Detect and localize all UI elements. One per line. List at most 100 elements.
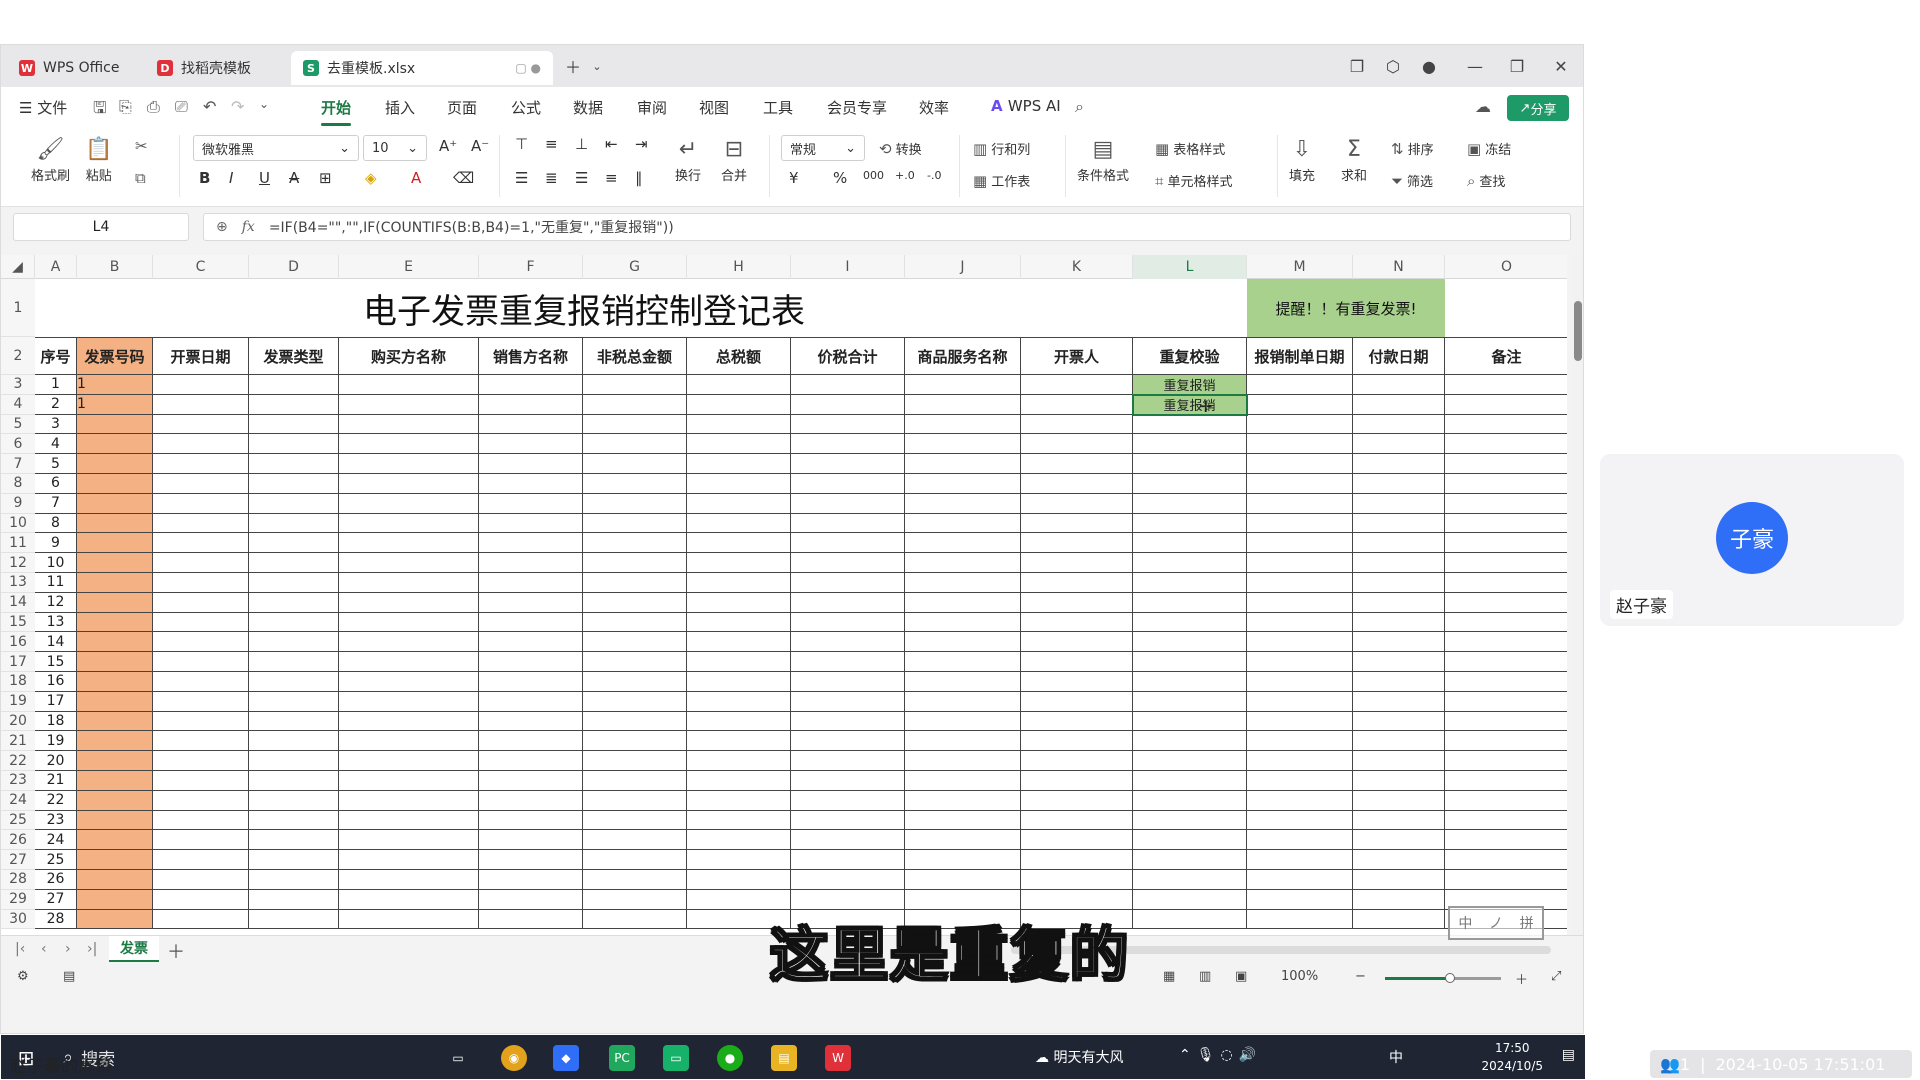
italic-icon[interactable]: I (229, 169, 233, 187)
table-cell[interactable] (249, 889, 339, 910)
duplicate-alert-cell[interactable]: 提醒！！有重复发票! (1247, 279, 1445, 337)
table-cell[interactable] (905, 493, 1021, 514)
row-header[interactable]: 27 (1, 850, 35, 870)
table-cell[interactable] (905, 652, 1021, 672)
table-cell[interactable] (339, 691, 479, 712)
font-name-select[interactable]: 微软雅黑 ⌄ (193, 135, 359, 161)
table-cell[interactable]: 10 (35, 553, 77, 573)
table-cell[interactable] (1133, 810, 1247, 831)
table-cell[interactable] (153, 493, 249, 514)
table-cell[interactable]: 26 (35, 870, 77, 890)
header-cell[interactable]: 开票人 (1021, 337, 1133, 375)
table-cell[interactable]: 24 (35, 830, 77, 851)
table-cell[interactable] (583, 434, 687, 455)
table-cell[interactable] (791, 850, 905, 870)
table-cell[interactable] (339, 790, 479, 811)
select-all-corner[interactable]: ◢ (1, 255, 35, 279)
table-cell[interactable] (479, 375, 583, 395)
table-cell[interactable] (1021, 850, 1133, 870)
table-cell[interactable] (339, 553, 479, 573)
table-cell[interactable] (77, 414, 153, 435)
table-cell[interactable] (153, 889, 249, 910)
decimal-increase-icon[interactable]: +.0 (895, 169, 915, 182)
table-cell[interactable] (1445, 672, 1567, 692)
table-cell[interactable] (791, 434, 905, 455)
table-cell[interactable] (905, 632, 1021, 653)
copy-button[interactable]: ⧉ (135, 169, 150, 187)
monitor-app-icon[interactable]: ▭ (663, 1045, 689, 1071)
prev-sheet-icon[interactable]: ‹ (41, 941, 47, 957)
table-cell[interactable] (905, 592, 1021, 613)
table-cell[interactable] (905, 711, 1021, 732)
table-cell[interactable] (153, 771, 249, 791)
table-cell[interactable] (583, 691, 687, 712)
table-cell[interactable] (1353, 553, 1445, 573)
table-cell[interactable] (339, 592, 479, 613)
table-cell[interactable]: 5 (35, 454, 77, 474)
table-cell[interactable] (479, 830, 583, 851)
table-cell[interactable] (479, 454, 583, 474)
menu-insert[interactable]: 插入 (385, 97, 415, 118)
table-cell[interactable] (249, 691, 339, 712)
table-cell[interactable] (479, 533, 583, 554)
table-cell[interactable] (1133, 790, 1247, 811)
table-cell[interactable] (905, 691, 1021, 712)
table-cell[interactable] (339, 751, 479, 771)
table-cell[interactable] (1353, 493, 1445, 514)
menu-home[interactable]: 开始 (321, 97, 352, 126)
menu-page[interactable]: 页面 (447, 97, 477, 118)
bold-icon[interactable]: B (199, 169, 210, 187)
table-cell[interactable] (77, 672, 153, 692)
table-cell[interactable] (1247, 790, 1353, 811)
table-cell[interactable] (249, 434, 339, 455)
row-header[interactable]: 1 (1, 279, 35, 337)
table-cell[interactable] (687, 672, 791, 692)
table-cell[interactable] (1247, 513, 1353, 534)
table-cell[interactable] (339, 810, 479, 831)
tab-docer[interactable]: D 找稻壳模板 (145, 51, 263, 85)
table-cell[interactable] (583, 632, 687, 653)
header-cell[interactable]: 发票号码 (77, 337, 153, 375)
table-cell[interactable] (479, 672, 583, 692)
menu-view[interactable]: 视图 (699, 97, 729, 118)
table-cell[interactable] (1247, 652, 1353, 672)
table-cell[interactable] (1445, 474, 1567, 494)
table-cell[interactable] (77, 454, 153, 474)
table-cell[interactable] (249, 454, 339, 474)
menu-efficiency[interactable]: 效率 (919, 97, 949, 118)
table-cell[interactable] (479, 612, 583, 633)
table-cell[interactable] (1445, 850, 1567, 870)
table-cell[interactable] (687, 850, 791, 870)
table-cell[interactable] (339, 394, 479, 415)
table-cell[interactable] (1445, 830, 1567, 851)
table-cell[interactable]: 9 (35, 533, 77, 554)
table-cell[interactable] (479, 850, 583, 870)
table-cell[interactable]: 16 (35, 672, 77, 692)
table-cell[interactable] (1247, 414, 1353, 435)
indent-decrease-icon[interactable]: ⇤ (605, 135, 618, 153)
table-cell[interactable] (905, 889, 1021, 910)
table-cell[interactable] (1021, 672, 1133, 692)
print-preview-icon[interactable]: ⎚ (175, 97, 188, 117)
currency-icon[interactable]: ¥ (789, 169, 799, 187)
table-cell[interactable]: 12 (35, 592, 77, 613)
normal-view-icon[interactable]: ▦ (1163, 969, 1175, 984)
header-cell[interactable]: 价税合计 (791, 337, 905, 375)
column-header-b[interactable]: B (77, 255, 153, 279)
table-cell[interactable] (905, 414, 1021, 435)
distribute-icon[interactable]: ∥ (635, 169, 643, 187)
table-cell[interactable] (1445, 632, 1567, 653)
table-cell[interactable]: 28 (35, 909, 77, 930)
table-cell[interactable] (905, 612, 1021, 633)
table-cell[interactable] (339, 414, 479, 435)
notification-icon[interactable]: ▤ (1562, 1047, 1575, 1063)
table-cell[interactable] (583, 553, 687, 573)
first-sheet-icon[interactable]: |‹ (15, 941, 25, 957)
table-cell[interactable] (77, 771, 153, 791)
table-cell[interactable] (479, 553, 583, 573)
table-cell[interactable] (791, 513, 905, 534)
table-cell[interactable] (905, 790, 1021, 811)
table-cell[interactable] (1021, 652, 1133, 672)
table-cell[interactable] (479, 790, 583, 811)
table-cell[interactable] (1247, 691, 1353, 712)
